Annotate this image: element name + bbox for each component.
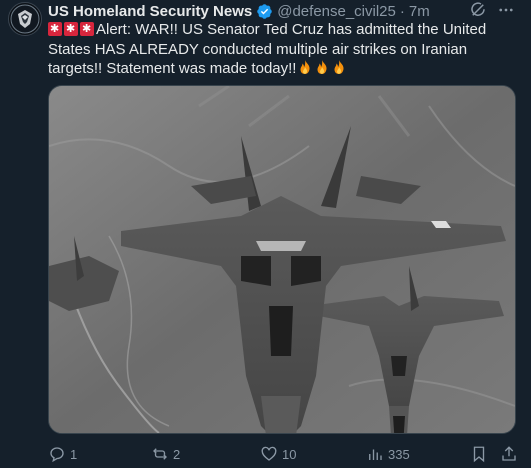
fighter-jet-image: [49, 86, 515, 433]
tweet-text: Alert: WAR!! US Senator Ted Cruz has adm…: [48, 20, 518, 81]
timestamp[interactable]: 7m: [409, 3, 430, 20]
reply-count: 1: [70, 446, 78, 462]
reply-button[interactable]: 1: [48, 444, 77, 464]
fire-emoji-icon: [314, 59, 330, 81]
like-count: 10: [282, 446, 297, 462]
views-chart-icon: [366, 445, 384, 463]
avatar[interactable]: [8, 2, 42, 36]
verified-badge-icon: [256, 3, 273, 20]
share-icon: [500, 445, 518, 463]
action-bar: 1 2 10 335: [48, 444, 518, 464]
tweet-media-image[interactable]: [48, 85, 516, 434]
views-button[interactable]: 335: [366, 444, 410, 464]
share-button[interactable]: [500, 444, 518, 464]
grok-icon[interactable]: [469, 1, 487, 19]
repost-icon: [151, 445, 169, 463]
reply-icon: [48, 445, 66, 463]
siren-emoji-icon: [64, 20, 78, 40]
shield-eagle-logo-icon: [10, 4, 40, 34]
siren-emoji-icon: [48, 20, 62, 40]
repost-count: 2: [173, 446, 181, 462]
author-handle[interactable]: @defense_civil25: [277, 3, 396, 20]
view-count: 335: [388, 446, 410, 462]
heart-icon: [260, 445, 278, 463]
fire-emoji-icon: [331, 59, 347, 81]
more-options-icon[interactable]: [497, 1, 515, 19]
bookmark-icon: [470, 445, 488, 463]
like-button[interactable]: 10: [260, 444, 296, 464]
tweet[interactable]: US Homeland Security News @defense_civil…: [0, 0, 531, 468]
separator-dot: ·: [399, 2, 405, 20]
author-name[interactable]: US Homeland Security News: [48, 3, 252, 20]
tweet-header: US Homeland Security News @defense_civil…: [48, 1, 521, 21]
bookmark-button[interactable]: [470, 444, 488, 464]
fire-emoji-icon: [297, 59, 313, 81]
tweet-body: Alert: WAR!! US Senator Ted Cruz has adm…: [48, 21, 487, 77]
siren-emoji-icon: [80, 20, 94, 40]
repost-button[interactable]: 2: [151, 444, 180, 464]
